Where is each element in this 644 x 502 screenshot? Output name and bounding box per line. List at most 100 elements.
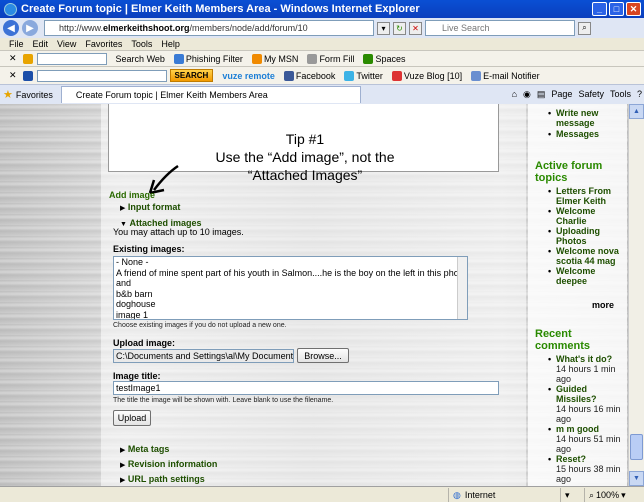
list-item[interactable]: - None - bbox=[116, 257, 467, 268]
url-path-toggle[interactable]: ▶ URL path settings bbox=[120, 474, 205, 484]
comment-title[interactable]: What's it do? bbox=[556, 354, 612, 364]
list-item[interactable]: doghouse bbox=[116, 299, 467, 310]
search-web-button[interactable]: Search Web bbox=[116, 54, 165, 64]
input-format-label: Input format bbox=[127, 202, 181, 212]
sidebar-item-messages[interactable]: Messages bbox=[546, 129, 626, 139]
collapsed-triangle-icon: ▶ bbox=[120, 477, 126, 484]
msn-search-combo[interactable] bbox=[36, 52, 107, 65]
vuze-logo-icon bbox=[22, 70, 33, 81]
recent-comment-item[interactable]: Guided Missiles?14 hours 16 min ago bbox=[546, 384, 626, 424]
vuze-remote-button[interactable]: vuze remote bbox=[222, 71, 275, 81]
minimize-button[interactable]: _ bbox=[592, 2, 607, 16]
chevron-down-icon: ▾ bbox=[621, 489, 626, 500]
home-icon[interactable]: ⌂ bbox=[512, 89, 517, 100]
active-topic-item[interactable]: Letters From Elmer Keith bbox=[546, 186, 626, 206]
twitter-button[interactable]: Twitter bbox=[344, 70, 383, 81]
email-icon bbox=[471, 70, 482, 81]
spaces-button[interactable]: Spaces bbox=[363, 53, 406, 64]
active-topic-item[interactable]: Welcome deepee bbox=[546, 266, 626, 286]
existing-images-listbox[interactable]: - None - A friend of mine spent part of … bbox=[113, 256, 468, 320]
search-button[interactable]: SEARCH bbox=[169, 69, 214, 82]
revision-info-toggle[interactable]: ▶ Revision information bbox=[120, 459, 217, 469]
protected-mode-icon[interactable]: ▾ bbox=[560, 488, 582, 502]
form-fill-button[interactable]: Form Fill bbox=[307, 53, 354, 64]
active-topics-list: Letters From Elmer Keith Welcome Charlie… bbox=[546, 186, 626, 286]
active-topic-item[interactable]: Uploading Photos bbox=[546, 226, 626, 246]
live-search-input[interactable]: Live Search bbox=[425, 20, 575, 36]
vuze-search-combo[interactable] bbox=[36, 69, 167, 82]
search-icon[interactable]: ⌕ bbox=[578, 21, 591, 35]
upload-file-input[interactable]: C:\Documents and Settings\al\My Document… bbox=[113, 349, 294, 363]
browse-button[interactable]: Browse... bbox=[297, 348, 349, 363]
upload-button[interactable]: Upload bbox=[113, 410, 151, 426]
recent-comment-item[interactable]: Reset?15 hours 38 min ago bbox=[546, 454, 626, 484]
twitter-icon bbox=[344, 70, 355, 81]
scrollbar-thumb[interactable] bbox=[630, 434, 643, 460]
page-menu[interactable]: Page bbox=[551, 89, 572, 100]
feeds-icon[interactable]: ◉ bbox=[523, 89, 531, 100]
toolbar-close-icon[interactable]: ✕ bbox=[9, 53, 17, 64]
page-scrollbar[interactable]: ▲ ▼ bbox=[628, 104, 644, 486]
stop-icon[interactable]: ✕ bbox=[409, 21, 422, 35]
forward-button[interactable]: ▶ bbox=[22, 20, 38, 36]
security-zone: ◍ Internet bbox=[448, 488, 536, 502]
meta-tags-toggle[interactable]: ▶ Meta tags bbox=[120, 444, 169, 454]
menu-file[interactable]: File bbox=[9, 39, 24, 49]
menu-help[interactable]: Help bbox=[161, 39, 180, 49]
upload-image-label: Upload image: bbox=[113, 338, 176, 348]
toolbar2-close-icon[interactable]: ✕ bbox=[9, 70, 17, 81]
more-link[interactable]: more bbox=[592, 300, 614, 310]
vuze-blog-button[interactable]: Vuze Blog [10] bbox=[391, 70, 462, 81]
address-bar[interactable]: http://www. elmerkeithshoot.org/members/n… bbox=[44, 20, 374, 36]
print-icon[interactable]: ▤ bbox=[537, 89, 546, 100]
comment-title[interactable]: Reset? bbox=[556, 454, 586, 464]
ie-logo-icon bbox=[4, 2, 17, 16]
menu-favorites[interactable]: Favorites bbox=[85, 39, 122, 49]
scroll-up-icon[interactable]: ▲ bbox=[629, 104, 644, 119]
facebook-button[interactable]: Facebook bbox=[283, 70, 335, 81]
back-button[interactable]: ◀ bbox=[3, 20, 19, 36]
tab-title: Create Forum topic | Elmer Keith Members… bbox=[75, 90, 268, 100]
refresh-icon[interactable]: ↻ bbox=[393, 21, 406, 35]
maximize-button[interactable]: □ bbox=[609, 2, 624, 16]
menu-bar: File Edit View Favorites Tools Help bbox=[0, 38, 644, 50]
list-item[interactable]: b&b barn bbox=[116, 289, 467, 300]
add-image-link[interactable]: Add image bbox=[109, 190, 155, 200]
dropdown-arrow-icon[interactable]: ▾ bbox=[377, 21, 390, 35]
phishing-filter-button[interactable]: Phishing Filter bbox=[173, 53, 243, 64]
tools-menu[interactable]: Tools bbox=[610, 89, 631, 100]
recent-comment-item[interactable]: m m good14 hours 51 min ago bbox=[546, 424, 626, 454]
list-item[interactable]: A friend of mine spent part of his youth… bbox=[116, 268, 467, 279]
active-tab[interactable]: Create Forum topic | Elmer Keith Members… bbox=[60, 86, 361, 103]
spaces-label: Spaces bbox=[375, 53, 406, 64]
recent-comment-item[interactable]: What's it do?14 hours 1 min ago bbox=[546, 354, 626, 384]
zoom-control[interactable]: ⌕ 100% ▾ bbox=[584, 488, 642, 502]
menu-view[interactable]: View bbox=[57, 39, 76, 49]
favorites-button[interactable]: Favorites bbox=[16, 90, 53, 100]
image-title-value: testImage1 bbox=[116, 383, 161, 393]
my-msn-button[interactable]: My MSN bbox=[251, 53, 298, 64]
globe-icon: ◍ bbox=[453, 489, 461, 500]
close-window-button[interactable]: ✕ bbox=[626, 2, 641, 16]
favorites-star-icon[interactable]: ★ bbox=[3, 88, 13, 101]
input-format-toggle[interactable]: ▶ Input format bbox=[120, 202, 180, 212]
safety-menu[interactable]: Safety bbox=[578, 89, 604, 100]
comment-title[interactable]: m m good bbox=[556, 424, 599, 434]
zoom-level: 100% bbox=[596, 490, 620, 500]
scroll-down-icon[interactable]: ▼ bbox=[629, 471, 644, 486]
list-item[interactable]: image 1 bbox=[116, 310, 467, 320]
sidebar-item-write-message[interactable]: Write new message bbox=[546, 108, 626, 128]
menu-tools[interactable]: Tools bbox=[131, 39, 152, 49]
menu-edit[interactable]: Edit bbox=[33, 39, 49, 49]
active-topic-item[interactable]: Welcome Charlie bbox=[546, 206, 626, 226]
help-icon[interactable]: ? bbox=[637, 89, 642, 100]
recent-comments-title: Recent comments bbox=[535, 328, 591, 352]
list-item[interactable]: and bbox=[116, 278, 467, 289]
image-title-input[interactable]: testImage1 bbox=[113, 381, 499, 395]
listbox-scrollbar[interactable] bbox=[457, 257, 467, 319]
meta-tags-label: Meta tags bbox=[127, 444, 170, 454]
comment-title[interactable]: Guided Missiles? bbox=[556, 384, 597, 404]
active-topic-item[interactable]: Welcome nova scotia 44 mag bbox=[546, 246, 626, 266]
email-notifier-label: E-mail Notifier bbox=[483, 70, 540, 81]
email-notifier-button[interactable]: E-mail Notifier bbox=[471, 70, 540, 81]
